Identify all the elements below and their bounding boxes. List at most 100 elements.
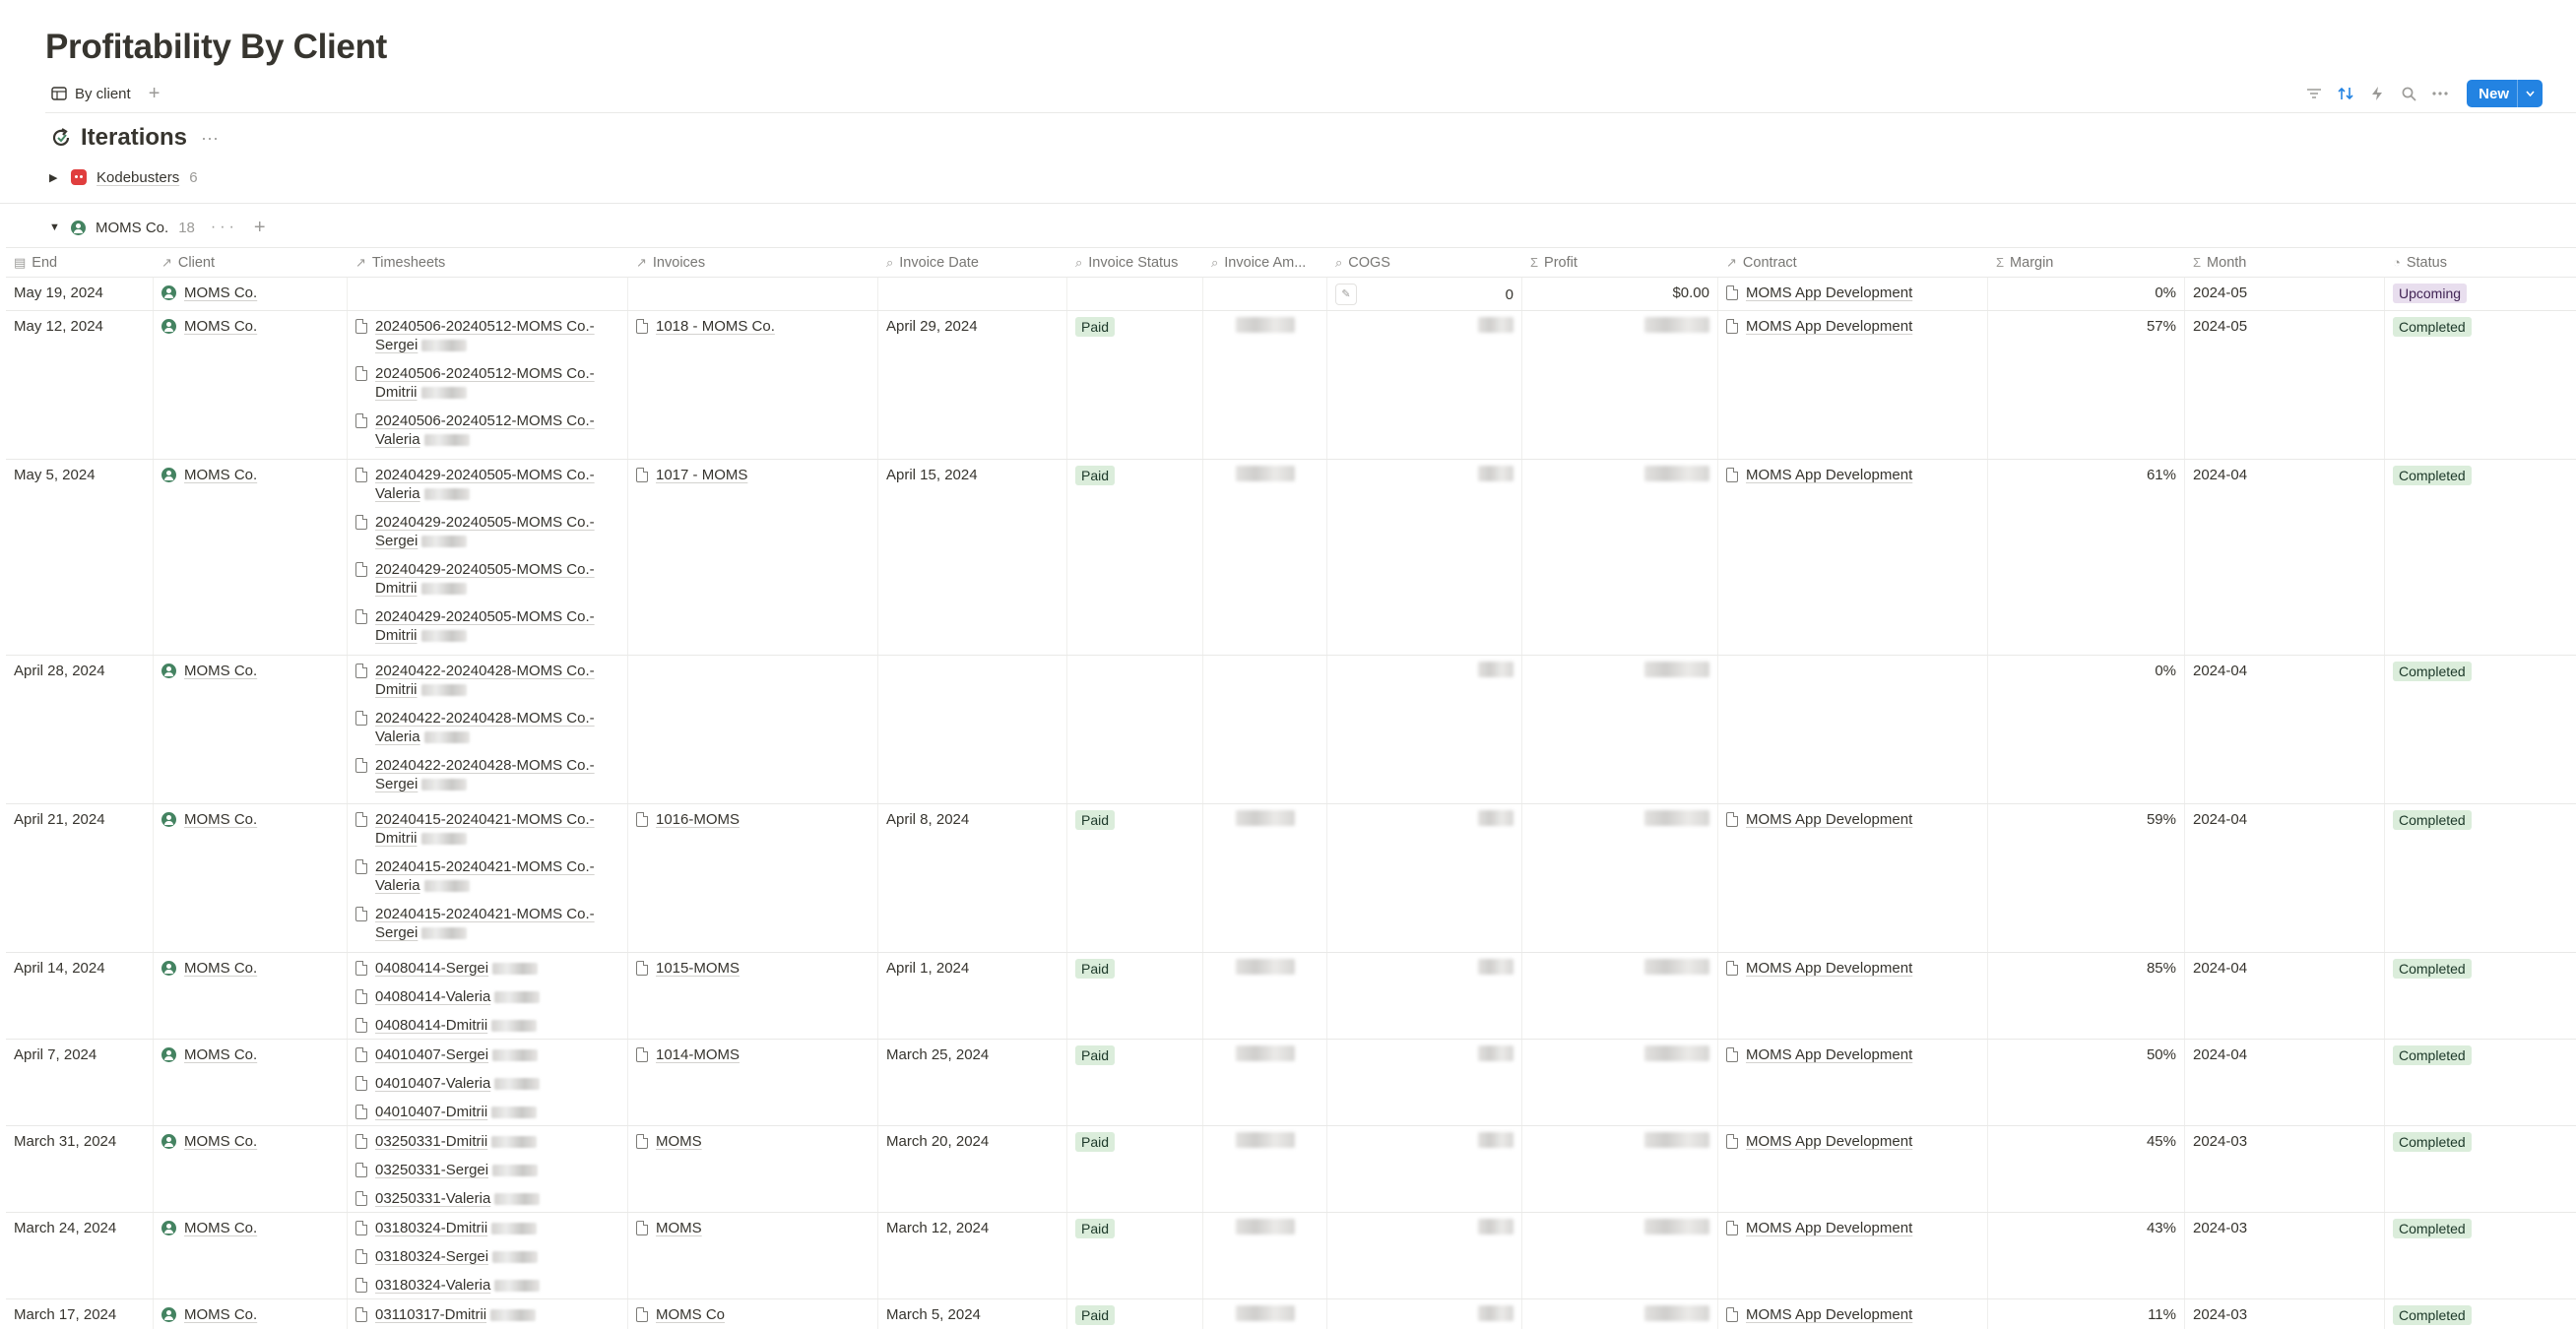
column-header-margin[interactable]: Σ Margin [1988, 248, 2185, 277]
cell-timesheets[interactable]: 20240415-20240421-MOMS Co.- Dmitrii 202404… [348, 804, 628, 952]
cell-cogs[interactable] [1327, 1126, 1522, 1212]
cell-invoice-date[interactable]: April 1, 2024 [878, 953, 1067, 1039]
cell-month[interactable]: 2024-03 [2185, 1213, 2385, 1298]
timesheet-link[interactable]: 20240415-20240421-MOMS Co.- Dmitrii [355, 810, 619, 848]
cell-invoices[interactable] [628, 278, 878, 310]
cell-invoice-status[interactable] [1067, 278, 1203, 310]
timesheet-link[interactable]: 20240429-20240505-MOMS Co.- Dmitrii [355, 560, 619, 598]
cell-invoice-date[interactable] [878, 656, 1067, 803]
cell-invoice-date[interactable]: April 29, 2024 [878, 311, 1067, 459]
cell-invoice-status[interactable]: Paid [1067, 460, 1203, 655]
client-relation[interactable]: MOMS Co. [161, 959, 339, 978]
timesheet-link[interactable]: 04080414-Valeria [355, 987, 619, 1006]
edit-icon[interactable]: ✎ [1335, 284, 1357, 305]
invoice-link[interactable]: 1016-MOMS [636, 810, 869, 829]
cell-end[interactable]: March 17, 2024 [6, 1299, 154, 1329]
column-header-cogs[interactable]: ⌕ COGS [1327, 248, 1522, 277]
cell-invoices[interactable]: 1014-MOMS [628, 1040, 878, 1125]
cell-month[interactable]: 2024-04 [2185, 656, 2385, 803]
column-header-contract[interactable]: ↗ Contract [1718, 248, 1988, 277]
cell-timesheets[interactable]: 20240422-20240428-MOMS Co.- Dmitrii 202404… [348, 656, 628, 803]
cell-month[interactable]: 2024-04 [2185, 1040, 2385, 1125]
client-relation[interactable]: MOMS Co. [161, 1132, 339, 1151]
timesheet-link[interactable]: 03250331-Valeria [355, 1189, 619, 1208]
cell-invoices[interactable] [628, 656, 878, 803]
cell-end[interactable]: April 7, 2024 [6, 1040, 154, 1125]
cell-timesheets[interactable]: 20240506-20240512-MOMS Co.- Sergei 2024050… [348, 311, 628, 459]
cell-invoice-date[interactable]: March 20, 2024 [878, 1126, 1067, 1212]
cell-invoice-date[interactable]: April 15, 2024 [878, 460, 1067, 655]
column-header-invoices[interactable]: ↗ Invoices [628, 248, 878, 277]
cell-profit[interactable] [1522, 953, 1718, 1039]
cell-status[interactable]: Completed [2385, 460, 2576, 655]
timesheet-link[interactable]: 20240506-20240512-MOMS Co.- Valeria [355, 411, 619, 449]
timesheet-link[interactable]: 20240422-20240428-MOMS Co.- Sergei [355, 756, 619, 793]
cell-invoice-amount[interactable] [1203, 278, 1327, 310]
cell-contract[interactable] [1718, 656, 1988, 803]
invoice-link[interactable]: MOMS Co [636, 1305, 869, 1324]
cell-cogs[interactable] [1327, 311, 1522, 459]
group-header-moms-co[interactable]: ▼ MOMS Co. 18 ··· + [49, 215, 270, 240]
timesheet-link[interactable]: 04080414-Dmitrii [355, 1016, 619, 1035]
cell-status[interactable]: Completed [2385, 1299, 2576, 1329]
cell-margin[interactable]: 59% [1988, 804, 2185, 952]
cell-client[interactable]: MOMS Co. [154, 804, 348, 952]
column-header-client[interactable]: ↗ Client [154, 248, 348, 277]
cell-invoice-status[interactable]: Paid [1067, 1126, 1203, 1212]
cell-invoices[interactable]: MOMS Co [628, 1299, 878, 1329]
cell-cogs[interactable] [1327, 656, 1522, 803]
cell-end[interactable]: March 31, 2024 [6, 1126, 154, 1212]
cell-client[interactable]: MOMS Co. [154, 1040, 348, 1125]
timesheet-link[interactable]: 20240415-20240421-MOMS Co.- Valeria [355, 857, 619, 895]
cell-client[interactable]: MOMS Co. [154, 278, 348, 310]
timesheet-link[interactable]: 04010407-Sergei [355, 1045, 619, 1064]
cell-cogs[interactable] [1327, 1213, 1522, 1298]
client-relation[interactable]: MOMS Co. [161, 466, 339, 484]
automation-icon[interactable] [2366, 83, 2388, 104]
cell-invoice-date[interactable] [878, 278, 1067, 310]
cell-invoice-amount[interactable] [1203, 1040, 1327, 1125]
cell-status[interactable]: Completed [2385, 953, 2576, 1039]
sort-icon[interactable] [2335, 83, 2356, 104]
cell-month[interactable]: 2024-05 [2185, 311, 2385, 459]
cell-profit[interactable] [1522, 656, 1718, 803]
cell-margin[interactable]: 57% [1988, 311, 2185, 459]
timesheet-link[interactable]: 20240422-20240428-MOMS Co.- Valeria [355, 709, 619, 746]
timesheet-link[interactable]: 03110317-Dmitrii [355, 1305, 619, 1324]
column-header-end[interactable]: ▤ End [6, 248, 154, 277]
client-relation[interactable]: MOMS Co. [161, 317, 339, 336]
cell-invoice-amount[interactable] [1203, 1299, 1327, 1329]
cell-profit[interactable] [1522, 1299, 1718, 1329]
cell-contract[interactable]: MOMS App Development [1718, 1126, 1988, 1212]
section-more-button[interactable]: ··· [201, 128, 219, 149]
contract-link[interactable]: MOMS App Development [1726, 1045, 1979, 1064]
cell-margin[interactable]: 61% [1988, 460, 2185, 655]
cell-month[interactable]: 2024-03 [2185, 1299, 2385, 1329]
cell-margin[interactable]: 0% [1988, 278, 2185, 310]
column-header-timesheets[interactable]: ↗ Timesheets [348, 248, 628, 277]
cell-status[interactable]: Upcoming [2385, 278, 2576, 310]
column-header-invoice-status[interactable]: ⌕ Invoice Status [1067, 248, 1203, 277]
cell-client[interactable]: MOMS Co. [154, 311, 348, 459]
search-icon[interactable] [2398, 83, 2419, 104]
more-icon[interactable] [2429, 83, 2451, 104]
client-relation[interactable]: MOMS Co. [161, 810, 339, 829]
cell-client[interactable]: MOMS Co. [154, 1213, 348, 1298]
cell-invoice-status[interactable]: Paid [1067, 311, 1203, 459]
invoice-link[interactable]: MOMS [636, 1132, 869, 1151]
cell-client[interactable]: MOMS Co. [154, 1299, 348, 1329]
cell-invoice-date[interactable]: March 25, 2024 [878, 1040, 1067, 1125]
cell-contract[interactable]: MOMS App Development [1718, 953, 1988, 1039]
cell-invoice-amount[interactable] [1203, 656, 1327, 803]
cell-profit[interactable] [1522, 1213, 1718, 1298]
client-relation[interactable]: MOMS Co. [161, 1045, 339, 1064]
timesheet-link[interactable]: 20240422-20240428-MOMS Co.- Dmitrii [355, 662, 619, 699]
group-more-icon[interactable]: ··· [211, 219, 238, 236]
invoice-link[interactable]: 1017 - MOMS [636, 466, 869, 484]
invoice-link[interactable]: 1018 - MOMS Co. [636, 317, 869, 336]
timesheet-link[interactable]: 20240506-20240512-MOMS Co.- Sergei [355, 317, 619, 354]
cell-invoice-status[interactable] [1067, 656, 1203, 803]
cell-invoice-amount[interactable] [1203, 1213, 1327, 1298]
group-header-kodebusters[interactable]: ▶ Kodebusters 6 [49, 164, 198, 190]
cell-cogs[interactable] [1327, 460, 1522, 655]
